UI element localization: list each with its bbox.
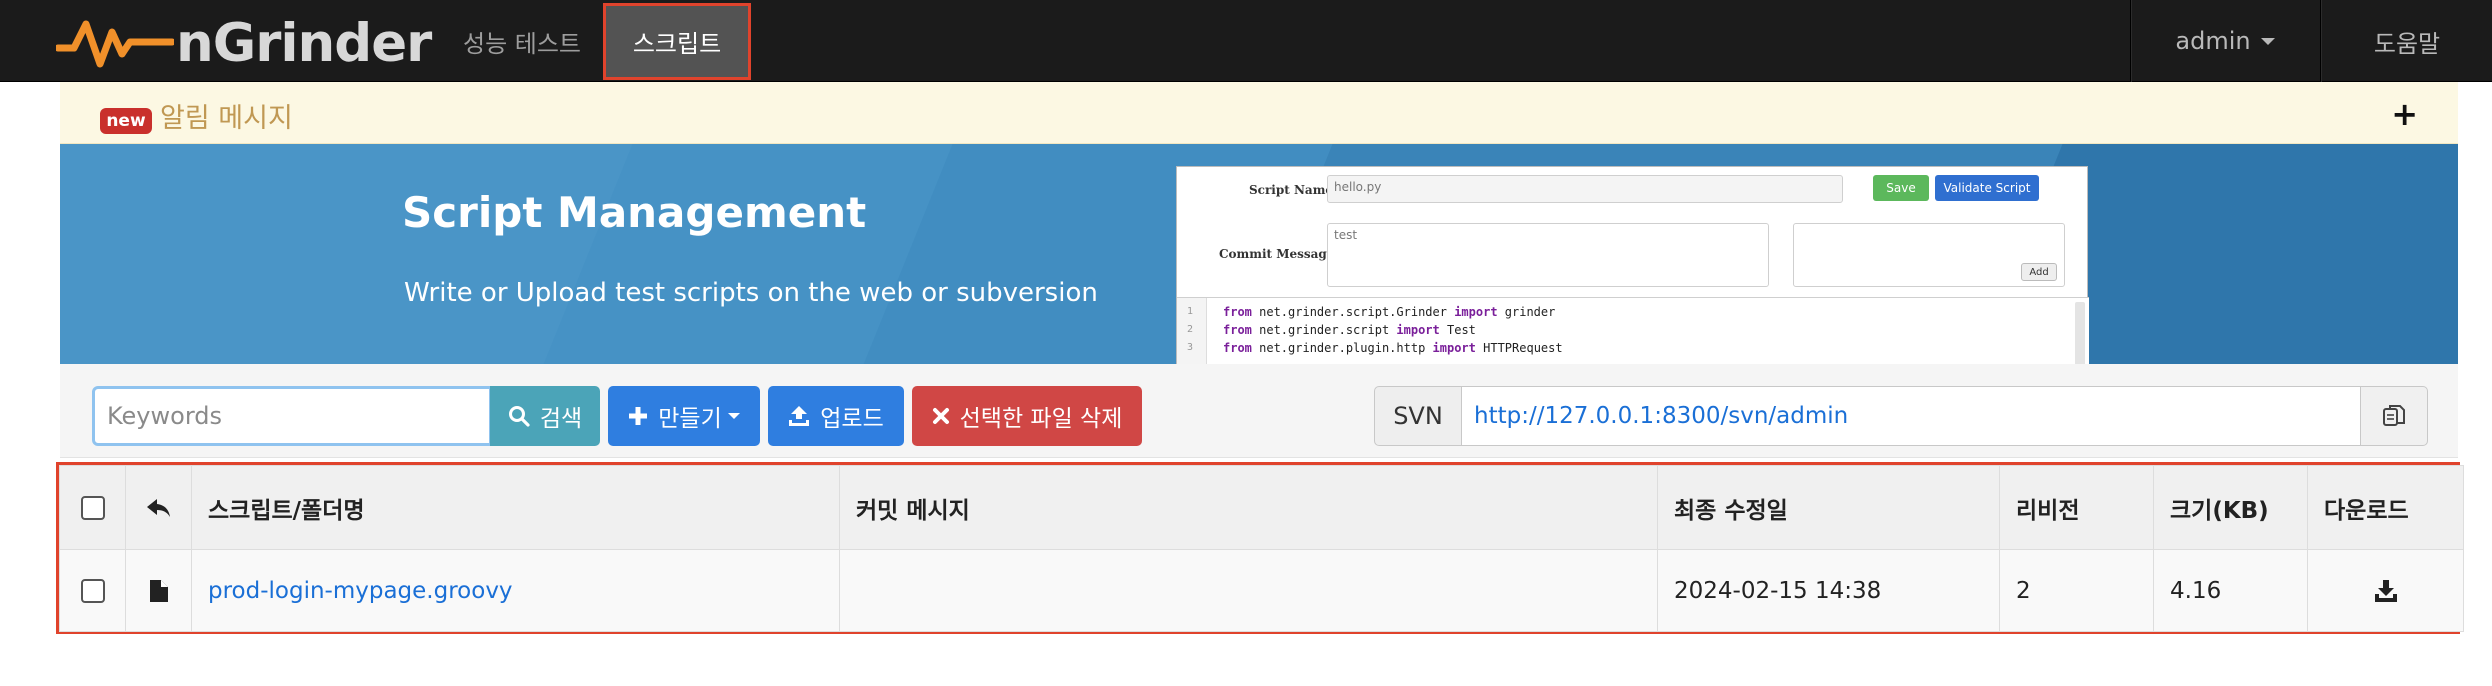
row-commit-cell — [839, 549, 1658, 632]
editor-preview-image: Script Name hello.py Save Validate Scrip… — [1176, 166, 2089, 364]
notice-bar: new 알림 메시지 + — [60, 82, 2458, 144]
file-icon — [149, 580, 168, 602]
script-toolbar: 검색 만들기 업로드 선택한 파일 삭제 SVN http://127.0.0.… — [60, 364, 2458, 458]
nav-help[interactable]: 도움말 — [2322, 0, 2492, 82]
select-all-checkbox[interactable] — [80, 496, 105, 520]
nav-admin-label: admin — [2175, 27, 2251, 55]
upload-button[interactable]: 업로드 — [768, 386, 904, 446]
row-checkbox[interactable] — [80, 579, 105, 603]
brand-logo[interactable]: nGrinder — [56, 8, 432, 78]
mock-save-button: Save — [1873, 175, 1929, 201]
copy-icon — [2383, 405, 2405, 426]
mock-scrollbar — [2075, 302, 2085, 364]
mock-script-name-label: Script Name — [1249, 183, 1334, 197]
row-modified-cell: 2024-02-15 14:38 — [1657, 549, 2000, 632]
script-table-container: 스크립트/폴더명 커밋 메시지 최종 수정일 리비전 크기(KB) 다운로드 p… — [56, 462, 2464, 634]
code-module: net.grinder.plugin.http — [1251, 341, 1433, 355]
chevron-down-icon — [2260, 37, 2275, 45]
row-revision-cell: 2 — [1999, 549, 2154, 632]
x-icon — [932, 408, 949, 424]
code-keyword: from — [1223, 305, 1252, 319]
brand-name: nGrinder — [176, 12, 432, 74]
row-select-cell[interactable] — [59, 549, 126, 632]
row-download-cell[interactable] — [2307, 549, 2464, 632]
code-keyword: import — [1432, 341, 1476, 355]
script-table: 스크립트/폴더명 커밋 메시지 최종 수정일 리비전 크기(KB) 다운로드 p… — [59, 465, 2464, 632]
mock-code-editor: 1 2 3 from net.grinder.script.Grinder im… — [1177, 297, 2089, 364]
expand-notice-icon[interactable]: + — [2391, 98, 2418, 130]
mock-add-button: Add — [2021, 263, 2057, 281]
mock-commit-label: Commit Message — [1219, 247, 1335, 261]
plus-icon — [629, 407, 648, 425]
nav-divider — [2320, 0, 2321, 82]
create-dropdown-button[interactable]: 만들기 — [608, 386, 760, 446]
upload-button-label: 업로드 — [820, 406, 884, 432]
mock-validate-button: Validate Script — [1935, 175, 2039, 201]
search-button-label: 검색 — [539, 406, 583, 432]
nav-script[interactable]: 스크립트 — [603, 3, 751, 80]
svn-url-link[interactable]: http://127.0.0.1:8300/svn/admin — [1461, 386, 2361, 446]
banner-title: Script Management — [402, 188, 867, 237]
code-keyword: from — [1223, 323, 1252, 337]
copy-url-button[interactable] — [2360, 386, 2428, 446]
header-size[interactable]: 크기(KB) — [2153, 465, 2308, 550]
header-commit: 커밋 메시지 — [839, 465, 1658, 550]
nav-perf-test[interactable]: 성능 테스트 — [452, 0, 592, 82]
mock-code-line: from net.grinder.script.Grinder import g… — [1223, 305, 1555, 319]
reply-arrow-icon[interactable] — [146, 497, 172, 519]
header-select-all[interactable] — [59, 465, 126, 550]
mock-commit-field: test — [1327, 223, 1769, 287]
code-name: Test — [1439, 323, 1476, 337]
svn-label: SVN — [1374, 386, 1462, 446]
code-keyword: from — [1223, 341, 1252, 355]
code-name: grinder — [1497, 305, 1556, 319]
header-download: 다운로드 — [2307, 465, 2464, 550]
header-modified[interactable]: 최종 수정일 — [1657, 465, 2000, 550]
nav-admin-menu[interactable]: admin — [2132, 0, 2318, 82]
table-header-row: 스크립트/폴더명 커밋 메시지 최종 수정일 리비전 크기(KB) 다운로드 — [59, 465, 2464, 550]
script-name-link[interactable]: prod-login-mypage.groovy — [208, 578, 513, 604]
banner-subtitle: Write or Upload test scripts on the web … — [404, 278, 1098, 308]
mock-code-line: from net.grinder.script import Test — [1223, 323, 1476, 337]
header-parent-folder[interactable] — [125, 465, 192, 550]
script-management-banner: Script Management Write or Upload test s… — [60, 144, 2458, 364]
search-input[interactable] — [92, 386, 492, 446]
code-module: net.grinder.script.Grinder — [1251, 305, 1455, 319]
search-button[interactable]: 검색 — [490, 386, 600, 446]
code-name: HTTPRequest — [1475, 341, 1563, 355]
create-button-label: 만들기 — [658, 406, 722, 432]
search-icon — [508, 406, 530, 427]
mock-script-name-field: hello.py — [1327, 175, 1843, 203]
top-navbar: nGrinder 성능 테스트 스크립트 admin 도움말 — [0, 0, 2492, 82]
mock-line-number: 2 — [1187, 324, 1194, 335]
nav-divider — [2130, 0, 2131, 82]
header-revision: 리비전 — [1999, 465, 2154, 550]
delete-button-label: 선택한 파일 삭제 — [959, 406, 1123, 432]
chevron-down-icon — [727, 413, 740, 419]
mock-code-line: from net.grinder.plugin.http import HTTP… — [1223, 341, 1563, 355]
header-name[interactable]: 스크립트/폴더명 — [191, 465, 840, 550]
table-row: prod-login-mypage.groovy 2024-02-15 14:3… — [59, 549, 2464, 632]
new-badge: new — [100, 108, 152, 134]
download-icon[interactable] — [2374, 579, 2398, 603]
row-size-cell: 4.16 — [2153, 549, 2308, 632]
upload-icon — [789, 406, 810, 426]
row-name-cell[interactable]: prod-login-mypage.groovy — [191, 549, 840, 632]
code-module: net.grinder.script — [1251, 323, 1397, 337]
mock-line-number: 3 — [1187, 342, 1194, 353]
code-keyword: import — [1396, 323, 1440, 337]
brand-pulse-icon — [56, 20, 174, 68]
code-keyword: import — [1454, 305, 1498, 319]
mock-line-number: 1 — [1187, 306, 1194, 317]
delete-selected-button[interactable]: 선택한 파일 삭제 — [912, 386, 1142, 446]
row-type-cell — [125, 549, 192, 632]
notice-title[interactable]: 알림 메시지 — [160, 96, 293, 135]
